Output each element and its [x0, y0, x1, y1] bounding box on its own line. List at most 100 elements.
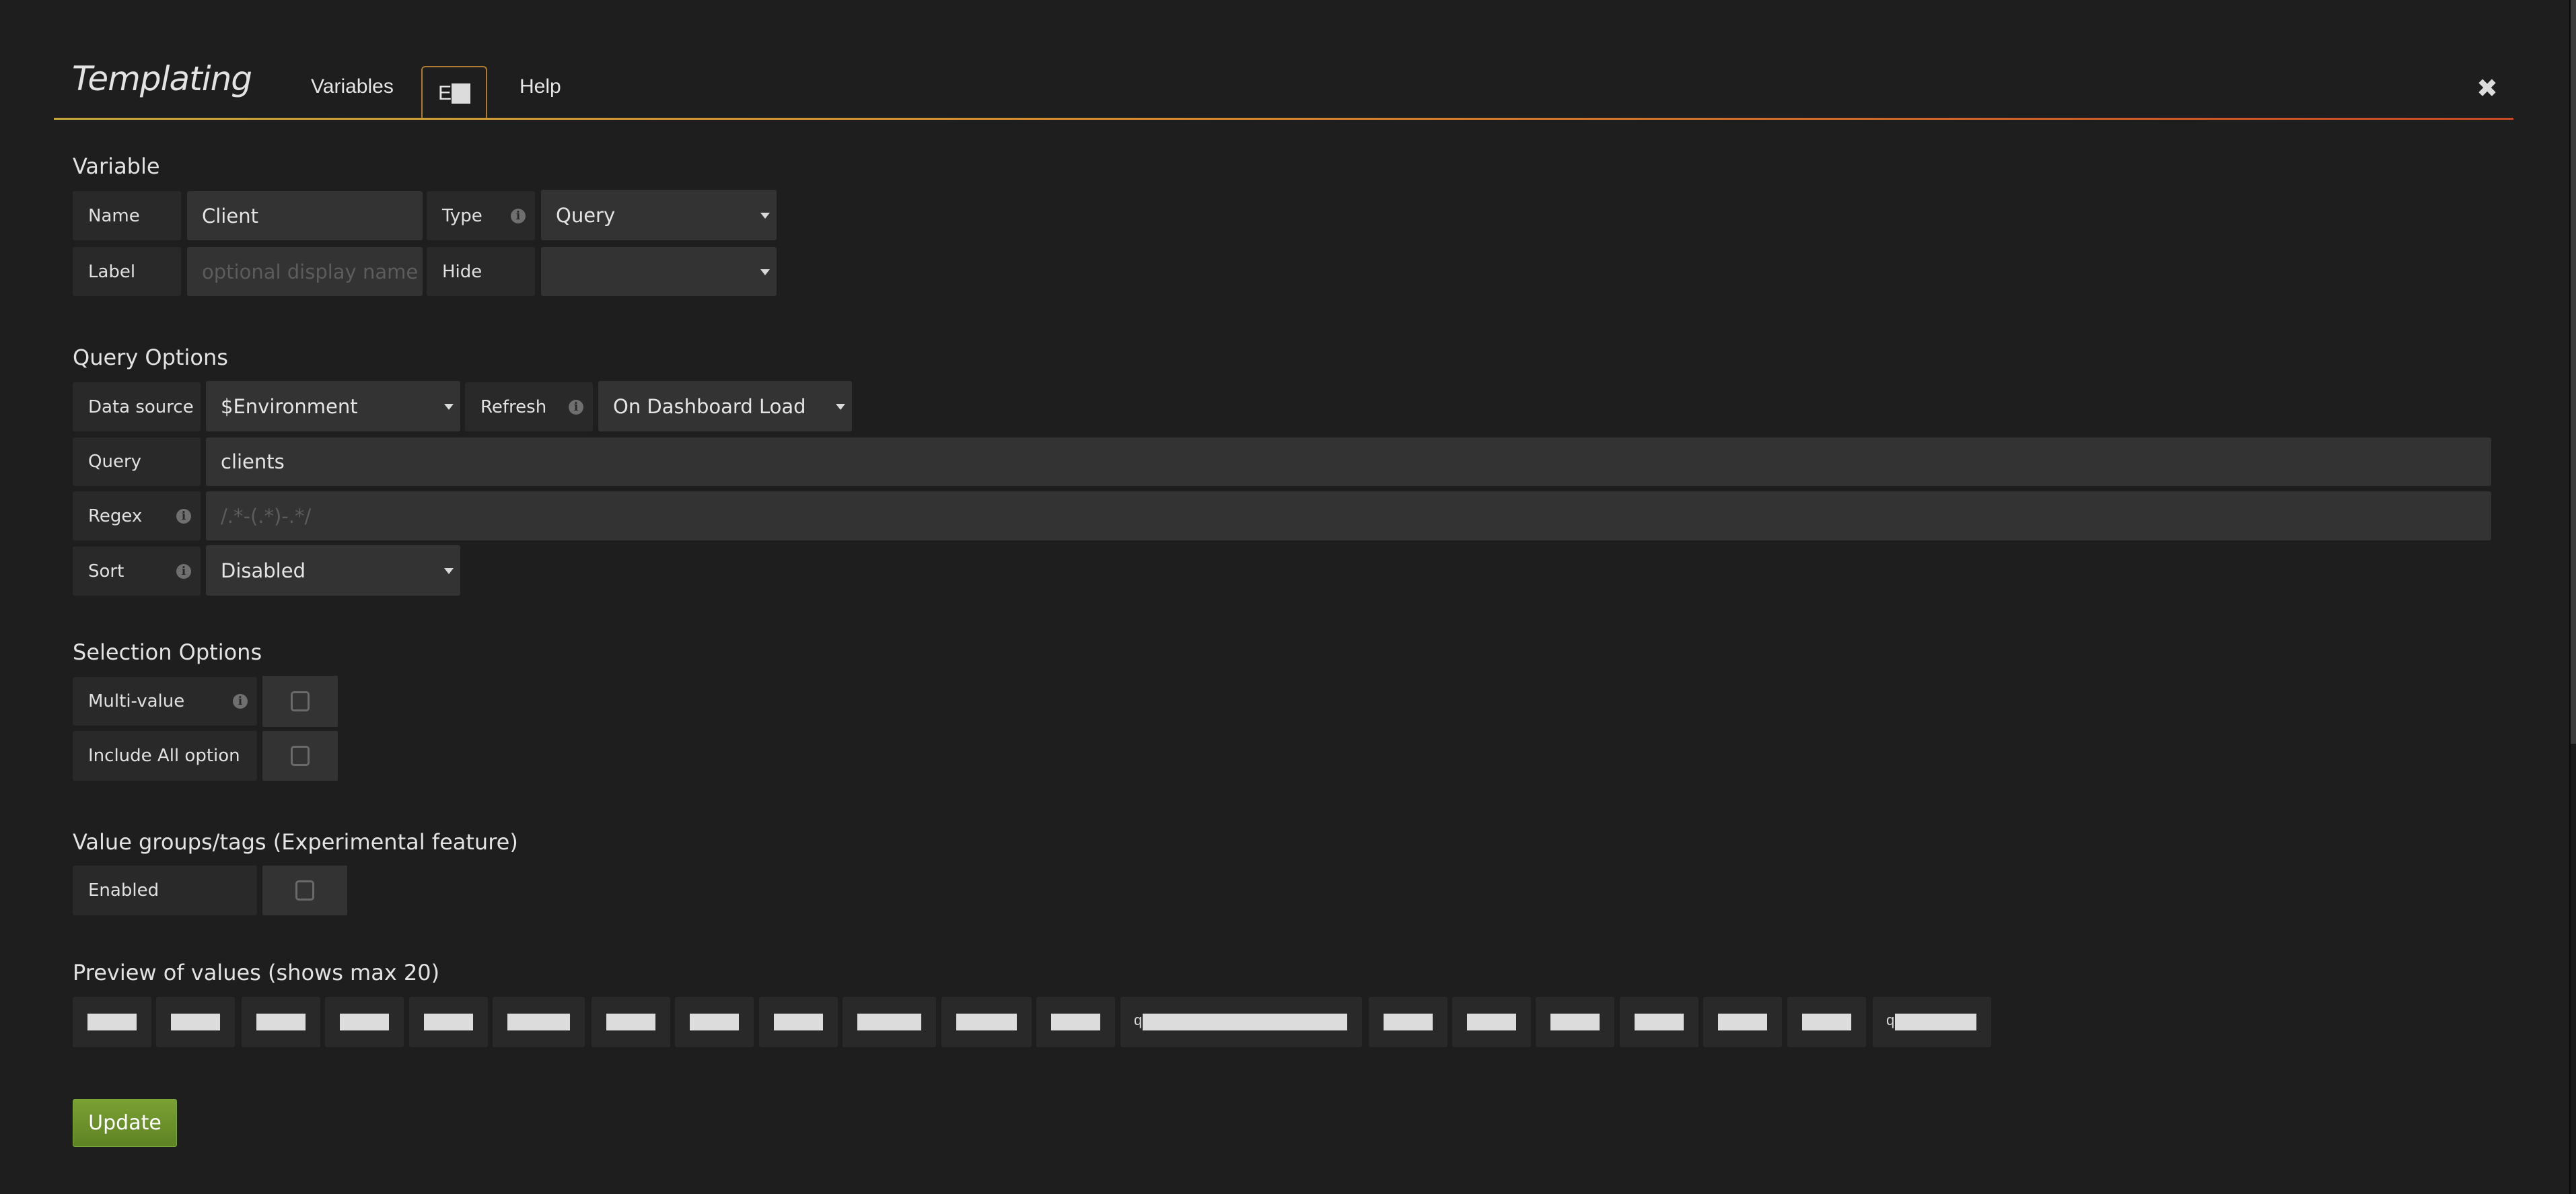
preview-value-prefix: q	[1134, 1012, 1143, 1028]
preview-value-chip	[156, 997, 235, 1047]
include-all-label-text: Include All option	[88, 746, 240, 766]
preview-value-chip	[675, 997, 754, 1047]
enabled-label: Enabled	[73, 866, 257, 915]
section-heading-selection-options: Selection Options	[73, 639, 262, 665]
preview-value-chip: q	[1873, 997, 1991, 1047]
update-button[interactable]: Update	[73, 1099, 177, 1147]
tab-edit-label: E	[437, 82, 452, 104]
name-label: Name	[73, 191, 181, 240]
redacted-value	[1635, 1014, 1684, 1030]
info-icon[interactable]: i	[176, 563, 191, 579]
include-all-checkbox[interactable]	[291, 746, 310, 766]
preview-value-chip	[1703, 997, 1782, 1047]
query-label: Query	[73, 437, 201, 486]
preview-value-chip	[1536, 997, 1614, 1047]
preview-value-chip	[73, 997, 151, 1047]
preview-value-chip	[843, 997, 936, 1047]
label-input-placeholder: optional display name	[202, 260, 419, 283]
redacted-value	[1802, 1014, 1851, 1030]
query-input[interactable]: clients	[206, 437, 2491, 486]
redacted-value	[956, 1014, 1017, 1030]
datasource-label: Data source	[73, 382, 201, 431]
redacted-value	[340, 1014, 389, 1030]
include-all-label: Include All option	[73, 731, 257, 781]
multi-value-label: Multi-value i	[73, 677, 257, 726]
redacted-value	[424, 1014, 473, 1030]
redacted-value	[171, 1014, 220, 1030]
enabled-label-text: Enabled	[88, 880, 159, 901]
preview-value-chip	[759, 997, 838, 1047]
preview-value-chip	[1620, 997, 1698, 1047]
preview-value-chip: q	[1120, 997, 1362, 1047]
datasource-select-value: $Environment	[221, 394, 358, 418]
label-label: Label	[73, 247, 181, 296]
type-label: Type i	[427, 191, 535, 240]
header-divider	[54, 118, 2513, 120]
preview-value-prefix: q	[1886, 1012, 1895, 1028]
multi-value-checkbox-container	[262, 676, 338, 727]
redacted-value	[857, 1014, 921, 1030]
query-label-text: Query	[88, 452, 142, 472]
info-icon[interactable]: i	[511, 208, 526, 223]
refresh-label: Refresh i	[465, 382, 593, 431]
info-icon[interactable]: i	[569, 399, 583, 415]
datasource-select[interactable]: $Environment	[206, 381, 460, 431]
scrollbar-thumb[interactable]	[2571, 0, 2576, 744]
redacted-value	[606, 1014, 655, 1030]
preview-value-chip	[1369, 997, 1447, 1047]
query-input-value: clients	[221, 450, 285, 473]
page-title: Templating	[72, 59, 252, 98]
datasource-label-text: Data source	[88, 396, 194, 417]
refresh-select[interactable]: On Dashboard Load	[598, 381, 852, 431]
caret-down-icon	[760, 269, 770, 275]
preview-value-chip	[325, 997, 404, 1047]
multi-value-label-text: Multi-value	[88, 691, 185, 711]
sort-select[interactable]: Disabled	[206, 545, 460, 596]
regex-label: Regex i	[73, 491, 201, 540]
caret-down-icon	[444, 567, 454, 574]
hide-label: Hide	[427, 247, 535, 296]
redacted-text	[452, 83, 470, 104]
caret-down-icon	[444, 403, 454, 410]
label-input[interactable]: optional display name	[187, 247, 423, 296]
tab-edit[interactable]: E	[421, 66, 487, 120]
include-all-checkbox-container	[262, 731, 338, 781]
preview-value-chip	[242, 997, 320, 1047]
preview-value-chip	[1787, 997, 1866, 1047]
sort-label-text: Sort	[88, 561, 124, 582]
hide-label-text: Hide	[442, 261, 482, 282]
caret-down-icon	[836, 403, 845, 410]
redacted-value	[1718, 1014, 1767, 1030]
redacted-value	[507, 1014, 570, 1030]
type-select-value: Query	[556, 203, 616, 227]
section-heading-value-groups: Value groups/tags (Experimental feature)	[73, 829, 518, 855]
regex-input[interactable]: /.*-(.*)-.*/	[206, 491, 2491, 540]
close-icon[interactable]: ✖	[2475, 75, 2499, 102]
tab-help[interactable]: Help	[520, 75, 561, 98]
info-icon[interactable]: i	[176, 508, 191, 524]
redacted-value	[1895, 1014, 1976, 1030]
redacted-value	[1384, 1014, 1433, 1030]
type-select[interactable]: Query	[541, 190, 777, 240]
redacted-value	[774, 1014, 823, 1030]
info-icon[interactable]: i	[233, 694, 248, 709]
redacted-value	[690, 1014, 739, 1030]
enabled-checkbox[interactable]	[295, 880, 314, 901]
refresh-select-value: On Dashboard Load	[613, 394, 806, 418]
hide-select[interactable]	[541, 247, 777, 296]
multi-value-checkbox[interactable]	[291, 691, 310, 711]
tab-variables[interactable]: Variables	[311, 75, 394, 98]
regex-input-placeholder: /.*-(.*)-.*/	[221, 504, 312, 528]
enabled-checkbox-container	[262, 866, 347, 915]
refresh-label-text: Refresh	[480, 396, 547, 417]
sort-select-value: Disabled	[221, 559, 306, 582]
preview-value-chip	[493, 997, 585, 1047]
sort-label: Sort i	[73, 547, 201, 596]
preview-value-chip	[409, 997, 488, 1047]
section-heading-variable: Variable	[73, 153, 160, 179]
name-input[interactable]: Client	[187, 191, 423, 240]
regex-label-text: Regex	[88, 505, 143, 526]
name-label-text: Name	[88, 205, 140, 226]
preview-value-chip	[1036, 997, 1115, 1047]
preview-value-chip	[592, 997, 670, 1047]
